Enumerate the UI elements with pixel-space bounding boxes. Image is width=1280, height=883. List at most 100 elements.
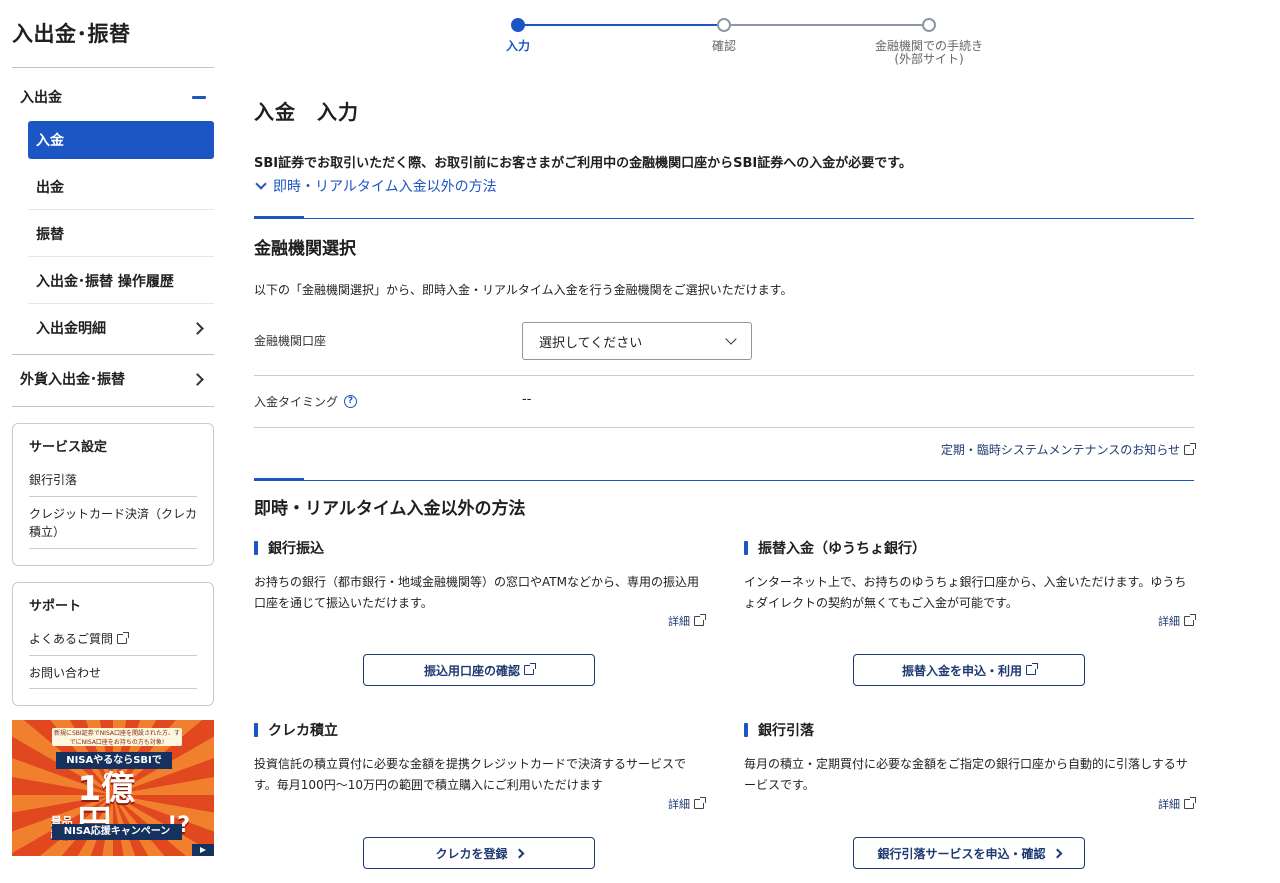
detail-link[interactable]: 詳細: [668, 796, 706, 812]
sidebar-item-statement[interactable]: 入出金明細: [28, 305, 214, 351]
title-accent: [744, 723, 748, 737]
external-link-icon: [117, 632, 130, 644]
step-label-external-sub: (外部サイト): [894, 52, 964, 66]
button-label: クレカを登録: [435, 846, 508, 861]
title-accent: [254, 723, 258, 737]
step-connector: [724, 24, 930, 26]
sidebar-item-history[interactable]: 入出金･振替 操作履歴: [28, 258, 214, 304]
external-link-icon: [1184, 443, 1196, 455]
chevron-down-icon: [725, 333, 737, 345]
service-settings-panel: サービス設定 銀行引落 クレジットカード決済（クレカ積立）: [12, 423, 214, 566]
sidebar-item-transfer[interactable]: 振替: [28, 211, 214, 257]
sidebar: 入出金･振替 入出金 入金 出金 振替 入出金･振替 操作履歴 入出金明細 外貨…: [0, 0, 230, 883]
play-icon: [192, 844, 214, 856]
chevron-right-icon: [1052, 848, 1062, 858]
timing-label-text: 入金タイミング: [254, 395, 339, 409]
progress-stepper: 入力 確認 金融機関での手続き (外部サイト): [490, 14, 1030, 74]
contact-link[interactable]: お問い合わせ: [29, 656, 197, 690]
chevron-right-icon: [514, 848, 524, 858]
panel-title: サポート: [29, 599, 82, 614]
step-label-confirm: 確認: [711, 39, 736, 53]
card-description: お持ちの銀行（都市銀行・地域金融機関等）の窓口やATMなどから、専用の振込用口座…: [254, 575, 699, 610]
sidebar-group-deposit-withdraw[interactable]: 入出金: [12, 74, 214, 120]
apply-yucho-transfer-button[interactable]: 振替入金を申込・利用: [853, 654, 1085, 686]
section-divider: [254, 478, 1194, 481]
section-title-institution: 金融機関選択: [254, 239, 356, 259]
external-link-icon: [1184, 614, 1196, 626]
divider: [12, 406, 214, 407]
faq-link-label: よくあるご質問: [29, 632, 114, 646]
divider: [12, 354, 214, 355]
collapse-icon: [192, 95, 206, 99]
section-divider: [254, 216, 1194, 219]
step-label-external: 金融機関での手続き (外部サイト): [859, 40, 999, 66]
maintenance-notice-link[interactable]: 定期・臨時システムメンテナンスのお知らせ: [941, 441, 1196, 458]
banner-headline: NISAやるならSBIでGO!: [56, 752, 172, 783]
button-label: 振替入金を申込・利用: [901, 663, 1022, 678]
select-value: 選択してください: [539, 335, 643, 351]
card-description: 投資信託の積立買付に必要な金額を提携クレジットカードで決済するサービスです。毎月…: [254, 757, 687, 792]
external-link-icon: [1026, 663, 1038, 675]
card-title: 銀行引落: [744, 720, 1194, 740]
step-dot-input: [511, 18, 525, 32]
card-title: 振替入金（ゆうちょ銀行）: [744, 538, 1194, 558]
sidebar-item-deposit[interactable]: 入金: [28, 121, 214, 159]
detail-link-label: 詳細: [1158, 615, 1180, 628]
external-link-icon: [524, 663, 536, 675]
detail-link[interactable]: 詳細: [1158, 796, 1196, 812]
card-title: クレカ積立: [254, 720, 704, 740]
detail-link[interactable]: 詳細: [1158, 613, 1196, 629]
card-bank-debit: 銀行引落 毎月の積立・定期買付に必要な金額をご指定の銀行口座から自動的に引落しす…: [744, 720, 1196, 870]
chevron-right-icon: [191, 372, 204, 386]
sidebar-title: 入出金･振替: [12, 22, 131, 46]
sidebar-group-fx[interactable]: 外貨入出金･振替: [12, 356, 214, 402]
sidebar-item-label: 振替: [36, 226, 64, 243]
bank-debit-link[interactable]: 銀行引落: [29, 463, 197, 497]
account-label-text: 金融機関口座: [254, 334, 327, 348]
timing-value: --: [522, 392, 532, 407]
sidebar-item-label: 入出金･振替 操作履歴: [36, 273, 174, 290]
chevron-down-icon: [255, 178, 267, 190]
step-connector: [518, 24, 724, 26]
institution-account-select[interactable]: 選択してください: [522, 322, 752, 360]
nisa-campaign-banner[interactable]: 新規にSBI証券でNISA口座を開設された方、すでにNISA口座をお持ちの方も対…: [12, 720, 214, 856]
divider: [12, 67, 214, 68]
sidebar-item-label: 入金: [36, 133, 64, 149]
card-credit-card-savings: クレカ積立 投資信託の積立買付に必要な金額を提携クレジットカードで決済するサービ…: [254, 720, 706, 870]
detail-link[interactable]: 詳細: [668, 613, 706, 629]
faq-link[interactable]: よくあるご質問: [29, 622, 197, 656]
intro-text: SBI証券でお取引いただく際、お取引前にお客さまがご利用中の金融機関口座からSB…: [254, 156, 912, 171]
detail-link-label: 詳細: [668, 615, 690, 628]
title-accent: [744, 541, 748, 555]
other-methods-toggle-label: 即時・リアルタイム入金以外の方法: [273, 179, 497, 195]
chevron-right-icon: [191, 321, 204, 335]
card-title-text: 銀行引落: [758, 723, 814, 739]
step-dot-confirm: [717, 18, 731, 32]
help-icon[interactable]: ?: [344, 395, 358, 408]
detail-link-label: 詳細: [1158, 798, 1180, 811]
sidebar-group-label: 外貨入出金･振替: [20, 372, 125, 388]
button-label: 銀行引落サービスを申込・確認: [877, 846, 1046, 861]
sidebar-item-withdraw[interactable]: 出金: [28, 164, 214, 210]
section-title-other-methods: 即時・リアルタイム入金以外の方法: [254, 499, 526, 519]
support-panel: サポート よくあるご質問 お問い合わせ: [12, 582, 214, 706]
step-label-input: 入力: [505, 39, 530, 53]
card-title: 銀行振込: [254, 538, 704, 558]
card-description: インターネット上で、お持ちのゆうちょ銀行口座から、入金いただけます。ゆうちょダイ…: [744, 575, 1187, 610]
register-credit-card-button[interactable]: クレカを登録: [363, 837, 595, 869]
sidebar-item-label: 出金: [36, 179, 64, 196]
apply-bank-debit-button[interactable]: 銀行引落サービスを申込・確認: [853, 837, 1085, 869]
credit-card-settlement-link[interactable]: クレジットカード決済（クレカ積立）: [29, 497, 197, 549]
panel-title: サービス設定: [29, 440, 108, 455]
card-title-text: クレカ積立: [268, 723, 338, 739]
button-label: 振込用口座の確認: [423, 663, 520, 678]
card-title-text: 銀行振込: [268, 541, 324, 557]
detail-link-label: 詳細: [668, 798, 690, 811]
sidebar-group-label: 入出金: [20, 90, 62, 106]
external-link-icon: [694, 797, 706, 809]
card-title-text: 振替入金（ゆうちょ銀行）: [758, 541, 926, 557]
other-methods-toggle[interactable]: 即時・リアルタイム入金以外の方法: [254, 176, 497, 196]
external-link-icon: [694, 614, 706, 626]
check-transfer-account-button[interactable]: 振込用口座の確認: [363, 654, 595, 686]
banner-campaign-name: NISA応援キャンペーン: [52, 824, 182, 840]
